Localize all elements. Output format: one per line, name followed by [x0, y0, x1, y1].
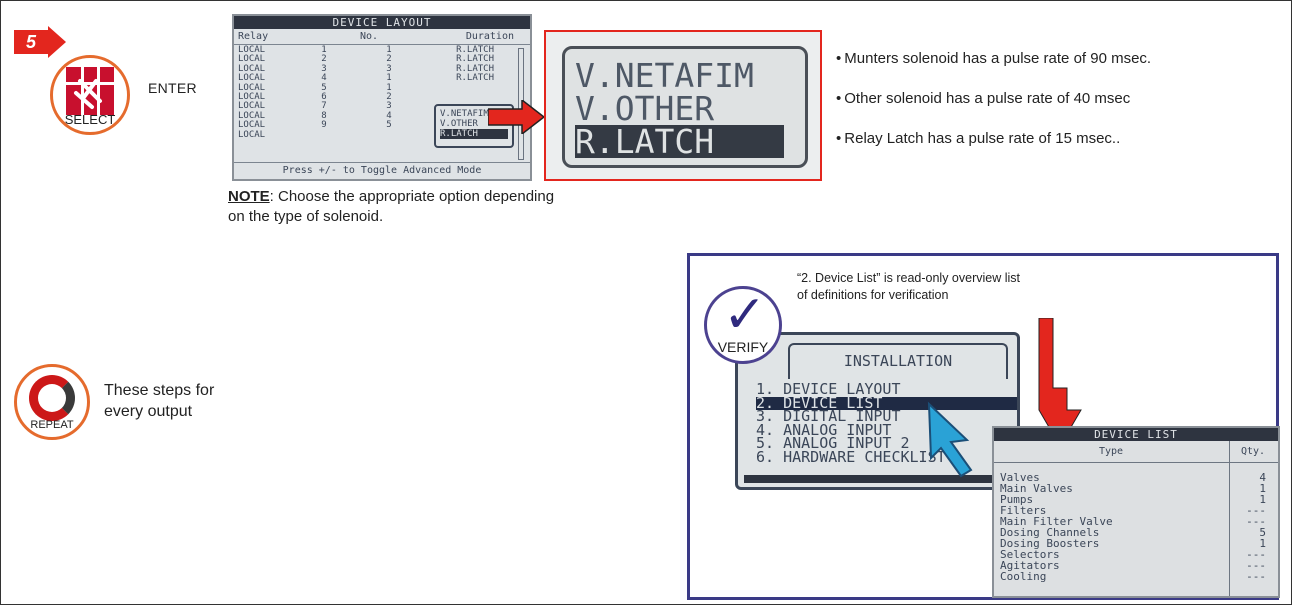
col-type: Type — [1098, 446, 1124, 457]
device-list-header: Type Qty. — [994, 441, 1278, 463]
repeat-text: These steps for every output — [104, 382, 215, 420]
cell-duration — [424, 84, 494, 93]
step-badge: 5 — [14, 26, 66, 58]
bullet-item: Relay Latch has a pulse rate of 15 msec.… — [836, 130, 1151, 170]
zoom-option: V.OTHER — [575, 89, 715, 128]
cell-no2 — [354, 131, 424, 140]
cell-duration: R.LATCH — [456, 73, 494, 84]
pointer-cursor-icon — [927, 401, 973, 478]
table-row: Main Valves 1 — [1000, 483, 1270, 494]
device-layout-header: Relay No. Duration — [234, 29, 530, 45]
select-key-icon: SELECT — [50, 55, 130, 135]
device-layout-footer: Press +/- to Toggle Advanced Mode — [234, 162, 530, 179]
device-list-rows: Valves 4 Main Valves 1 Pumps 1 Filters --- Main … — [1000, 472, 1270, 582]
note-text: NOTE: Choose the appropriate option depe… — [228, 187, 558, 227]
pulse-rate-list: Munters solenoid has a pulse rate of 90 … — [836, 50, 1151, 170]
note-keyword: NOTE — [228, 188, 270, 205]
table-row: Cooling --- — [1000, 571, 1270, 582]
device-layout-title: DEVICE LAYOUT — [234, 16, 530, 29]
cell-relay: LOCAL — [238, 129, 266, 140]
table-row: LOCAL 6 2 — [234, 92, 530, 102]
step-number: 5 — [25, 32, 36, 52]
cell-qty: --- — [1246, 570, 1266, 583]
zoom-option: V.NETAFIM — [575, 56, 754, 95]
device-layout-screen: DEVICE LAYOUT Relay No. Duration LOCAL 1 1… — [232, 14, 532, 181]
enter-label: ENTER — [148, 80, 197, 96]
cell-no1: 9 — [321, 120, 327, 131]
checkmark-icon: ✓ — [723, 285, 767, 345]
cell-no2: 5 — [386, 120, 392, 131]
device-list-title: DEVICE LIST — [994, 428, 1278, 441]
note-body: : Choose the appropriate option dependin… — [228, 188, 555, 225]
zoom-option-selected: R.LATCH — [575, 125, 785, 158]
cell-type: Cooling — [1000, 570, 1047, 583]
verify-label: VERIFY — [717, 339, 769, 355]
zoomed-popup-box: V.NETAFIM V.OTHER R.LATCH — [544, 30, 822, 181]
hand-pointer-icon — [66, 67, 114, 115]
cell-no1 — [294, 131, 354, 140]
col-duration: Duration — [465, 31, 514, 42]
cell-duration — [424, 93, 494, 102]
repeat-icon: REPEAT — [14, 364, 90, 440]
verify-icon: ✓ VERIFY — [704, 285, 782, 364]
verify-text: “2. Device List” is read-only overview l… — [797, 271, 1020, 302]
zoomed-popup: V.NETAFIM V.OTHER R.LATCH — [562, 46, 808, 168]
cell-type: Main Valves — [1000, 482, 1073, 495]
table-row: LOCAL 5 1 — [234, 83, 530, 93]
select-label: SELECT — [64, 112, 116, 127]
repeat-label: REPEAT — [30, 419, 74, 431]
red-arrow-icon — [488, 100, 546, 134]
bullet-item: Other solenoid has a pulse rate of 40 ms… — [836, 90, 1151, 130]
col-qty: Qty. — [1240, 446, 1266, 457]
col-relay: Relay — [238, 31, 269, 42]
device-list-screen: DEVICE LIST Type Qty. Valves 4 Main Valves… — [992, 426, 1280, 598]
col-no: No. — [359, 31, 379, 42]
table-row: LOCAL 4 1 R.LATCH — [234, 73, 530, 84]
bullet-item: Munters solenoid has a pulse rate of 90 … — [836, 50, 1151, 90]
installation-title: INSTALLATION — [788, 343, 1008, 379]
